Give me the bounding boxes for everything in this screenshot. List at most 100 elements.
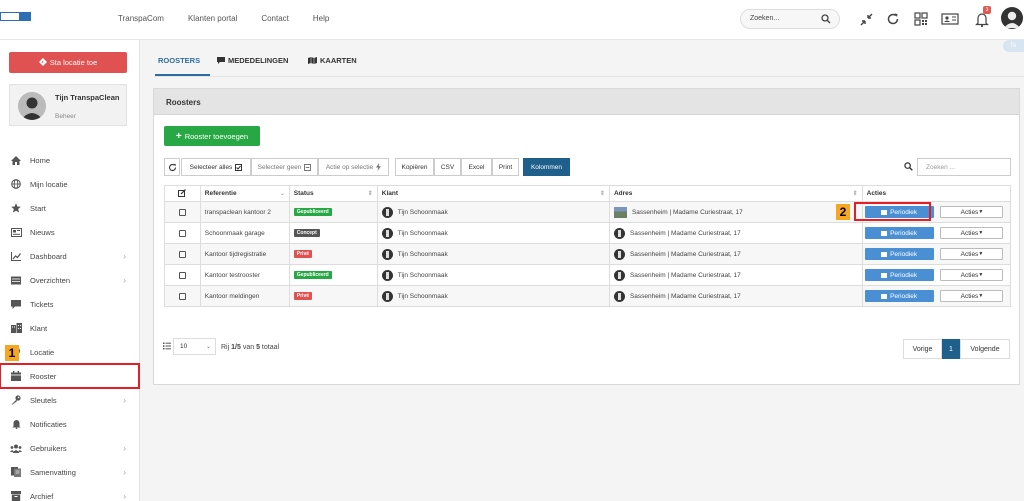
copy-button[interactable]: Kopiëren xyxy=(395,158,434,176)
columns-button[interactable]: Kolommen xyxy=(523,158,570,176)
select-all-button[interactable]: Selecteer alles xyxy=(181,158,251,176)
topnav-klanten-portal[interactable]: Klanten portal xyxy=(188,14,237,23)
periodiek-button[interactable]: Periodiek xyxy=(864,290,934,302)
topnav-help[interactable]: Help xyxy=(313,14,329,23)
caret-down-icon: ▼ xyxy=(978,293,984,299)
side-tab-edge[interactable]: Te xyxy=(1003,40,1024,52)
sidebar-item-home[interactable]: Home xyxy=(0,148,140,172)
sort-icon: ⇕ xyxy=(367,191,373,197)
sidebar-item-gebruikers[interactable]: Gebruikers › xyxy=(0,436,140,460)
sidebar-item-mijn-locatie[interactable]: Mijn locatie xyxy=(0,172,140,196)
user-avatar[interactable] xyxy=(1001,7,1023,29)
top-search-input[interactable]: Zoeken... xyxy=(740,9,840,29)
sidebar-item-label: Notificaties xyxy=(30,419,67,429)
row-select-cell[interactable] xyxy=(164,264,201,286)
sidebar-item-tickets[interactable]: Tickets xyxy=(0,292,140,316)
klant-avatar xyxy=(381,290,393,302)
calendar-icon xyxy=(881,294,888,299)
acties-dropdown-button[interactable]: Acties ▼ xyxy=(940,290,1004,302)
action-on-selection-button[interactable]: Actie op selectie xyxy=(318,158,389,176)
topnav-transpacom[interactable]: TranspaCom xyxy=(118,14,164,23)
sidebar-item-label: Samenvatting xyxy=(30,467,76,477)
table-row[interactable]: Kantoor tijdregistratie Privé Tijn Schoo… xyxy=(164,243,1012,265)
csv-button[interactable]: CSV xyxy=(434,158,461,176)
add-rooster-button[interactable]: + Rooster toevoegen xyxy=(164,126,260,146)
acties-dropdown-button[interactable]: Acties ▼ xyxy=(940,227,1004,239)
acties-dropdown-button[interactable]: Acties ▼ xyxy=(940,248,1004,260)
sidebar-item-start[interactable]: Start xyxy=(0,196,140,220)
table-row[interactable]: Kantoor meldingen Privé Tijn Schoonmaak … xyxy=(164,285,1012,307)
allow-location-button[interactable]: Sta locatie toe xyxy=(9,52,127,73)
status-badge: Gepubliceerd xyxy=(293,208,332,216)
header-adres[interactable]: Adres ⇕ xyxy=(608,185,863,202)
table-header-row: Referentie ⌄ Status ⇕ Klant ⇕ Adres ⇕ Acties xyxy=(164,185,1012,202)
refresh-icon[interactable] xyxy=(884,10,902,28)
row-select-cell[interactable] xyxy=(164,285,201,307)
info-suffix: totaal xyxy=(261,344,280,351)
logo-right-text xyxy=(19,13,30,20)
table-row[interactable]: Kantoor testrooster Gepubliceerd Tijn Sc… xyxy=(164,264,1012,286)
header-select-column[interactable] xyxy=(164,185,201,202)
acties-dropdown-button[interactable]: Acties ▼ xyxy=(940,206,1004,218)
roosters-panel: Roosters + Rooster toevoegen Selecteer a… xyxy=(153,88,1020,385)
sidebar-item-label: Gebruikers xyxy=(30,443,67,453)
sidebar-item-label: Start xyxy=(30,203,46,213)
cell-klant: Tijn Schoonmaak xyxy=(376,222,610,244)
pagination-info: Rij 1/5 van 5 totaal xyxy=(221,344,279,351)
table-search-input[interactable]: Zoeken ... xyxy=(917,158,1011,176)
topnav-contact[interactable]: Contact xyxy=(261,14,289,23)
row-checkbox[interactable] xyxy=(178,250,186,258)
tab-roosters[interactable]: ROOSTERS xyxy=(158,56,200,65)
sidebar-item-klant[interactable]: Klant xyxy=(0,316,140,340)
acties-dropdown-button[interactable]: Acties ▼ xyxy=(940,269,1004,281)
compress-icon[interactable] xyxy=(857,10,875,28)
cell-klant: Tijn Schoonmaak xyxy=(376,201,610,223)
row-checkbox[interactable] xyxy=(178,271,186,279)
next-page-button[interactable]: Volgende xyxy=(960,339,1010,359)
sidebar-item-nieuws[interactable]: Nieuws xyxy=(0,220,140,244)
periodiek-label: Periodiek xyxy=(890,292,918,300)
qr-icon[interactable] xyxy=(912,10,930,28)
sidebar-item-notificaties[interactable]: Notificaties xyxy=(0,412,140,436)
calendar-icon xyxy=(881,231,888,236)
cell-acties: Periodiek Acties ▼ xyxy=(861,243,1012,265)
id-card-icon[interactable] xyxy=(941,10,959,28)
search-icon[interactable] xyxy=(821,14,831,26)
map-icon xyxy=(308,57,317,64)
sidebar-item-samenvatting[interactable]: Samenvatting › xyxy=(0,460,140,484)
sidebar-item-sleutels[interactable]: Sleutels › xyxy=(0,388,140,412)
prev-page-button[interactable]: Vorige xyxy=(903,339,942,359)
header-klant[interactable]: Klant ⇕ xyxy=(376,185,610,202)
tab-kaarten[interactable]: KAARTEN xyxy=(308,56,357,65)
table-row[interactable]: Schoonmaak garage Concept Tijn Schoonmaa… xyxy=(164,222,1012,244)
sidebar-item-archief[interactable]: Archief › xyxy=(0,484,140,501)
sidebar-item-overzichten[interactable]: Overzichten › xyxy=(0,268,140,292)
sidebar-item-rooster[interactable]: Rooster xyxy=(0,363,140,389)
table-refresh-button[interactable] xyxy=(164,158,180,176)
sidebar-item-locatie[interactable]: Locatie xyxy=(0,340,140,364)
select-none-button[interactable]: Selecteer geen xyxy=(251,158,318,176)
row-checkbox[interactable] xyxy=(178,229,186,237)
page-1-button[interactable]: 1 xyxy=(942,339,960,359)
excel-button[interactable]: Excel xyxy=(461,158,492,176)
key-icon xyxy=(10,395,22,405)
info-range: 1/5 xyxy=(231,344,241,351)
row-checkbox[interactable] xyxy=(178,208,186,216)
header-status[interactable]: Status ⇕ xyxy=(288,185,378,202)
row-select-cell[interactable] xyxy=(164,201,201,223)
row-checkbox[interactable] xyxy=(178,292,186,300)
periodiek-button[interactable]: Periodiek xyxy=(864,227,934,239)
cell-status: Privé xyxy=(288,285,378,307)
tab-mededelingen[interactable]: MEDEDELINGEN xyxy=(217,56,288,65)
periodiek-button[interactable]: Periodiek xyxy=(864,248,934,260)
app-logo[interactable] xyxy=(0,12,31,21)
periodiek-button[interactable]: Periodiek xyxy=(864,269,934,281)
page-size-select[interactable]: 10 ⌄ xyxy=(173,338,216,355)
sidebar-item-dashboard[interactable]: Dashboard › xyxy=(0,244,140,268)
row-select-cell[interactable] xyxy=(164,243,201,265)
sidebar-item-label: Dashboard xyxy=(30,251,67,261)
row-select-cell[interactable] xyxy=(164,222,201,244)
print-button[interactable]: Print xyxy=(492,158,519,176)
address-text: Sassenheim | Madame Curiestraat, 17 xyxy=(629,250,741,258)
header-referentie[interactable]: Referentie ⌄ xyxy=(199,185,290,202)
